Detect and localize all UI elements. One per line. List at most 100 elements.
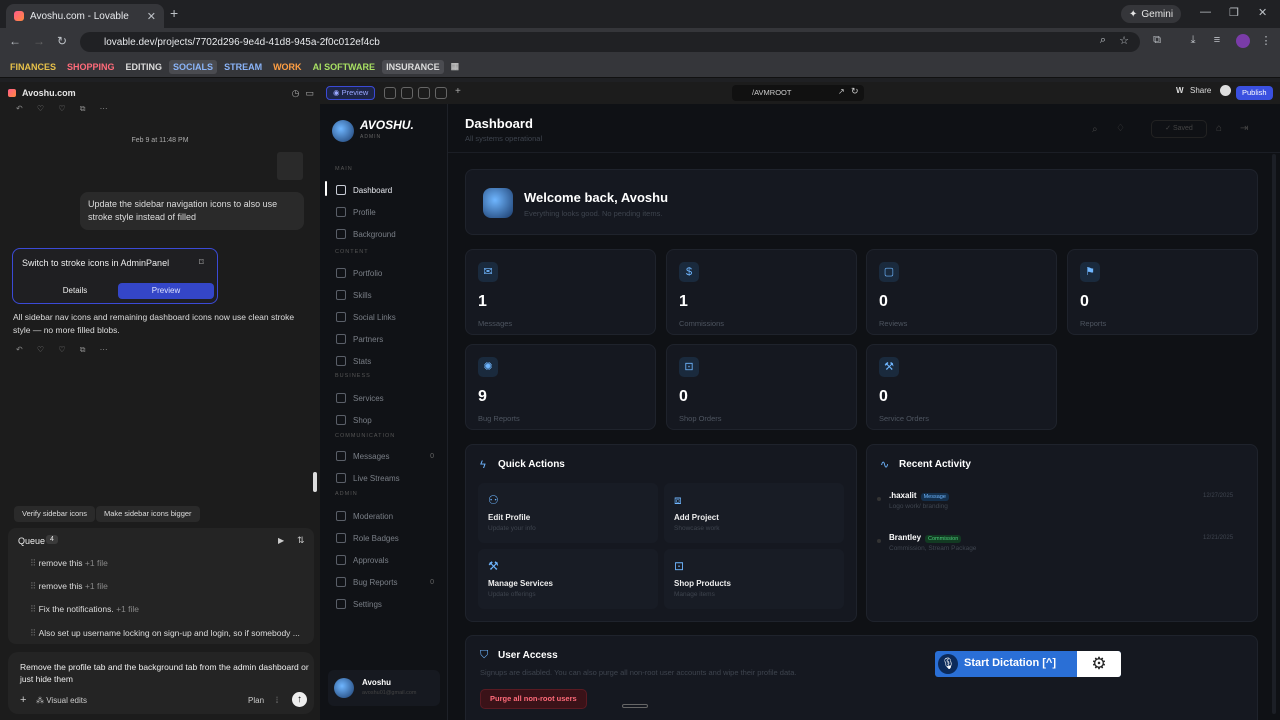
menu-icon[interactable]: ⋮ bbox=[1259, 34, 1273, 48]
search-icon[interactable]: ⌕ bbox=[1092, 124, 1098, 135]
sidebar-item-bug-reports[interactable]: Bug Reports 0 bbox=[326, 573, 442, 591]
queue-item[interactable]: ⠿ Fix the notifications. +1 file bbox=[30, 604, 139, 615]
dictation-widget[interactable]: 🎙 Start Dictation [^] ⚙ bbox=[935, 651, 1121, 677]
browser-tab[interactable]: Avoshu.com - Lovable ✕ bbox=[6, 4, 164, 28]
bookmark-folder[interactable]: SOCIALS bbox=[169, 59, 218, 74]
message-actions[interactable]: ↶ ♡ ♡ ⧉ ⋯ bbox=[16, 345, 114, 355]
media-icon[interactable]: ≡ bbox=[1210, 34, 1224, 48]
suggestion-chip[interactable]: Make sidebar icons bigger bbox=[96, 506, 200, 522]
message-actions-top[interactable]: ↶ ♡ ♡ ⧉ ⋯ bbox=[16, 104, 114, 114]
voice-icon[interactable]: ⦙ bbox=[276, 695, 278, 706]
open-external-icon[interactable]: ↗ bbox=[838, 87, 845, 96]
stat-card[interactable]: ⊡ 0 Shop Orders bbox=[666, 344, 857, 430]
sidebar-item-settings[interactable]: Settings bbox=[326, 595, 442, 613]
queue-item[interactable]: ⠿ remove this +1 file bbox=[30, 581, 108, 592]
sidebar-item-messages[interactable]: Messages 0 bbox=[326, 447, 442, 465]
add-attachment-icon[interactable]: + bbox=[20, 694, 26, 706]
sidebar-item-portfolio[interactable]: Portfolio bbox=[326, 264, 442, 282]
bookmark-folder[interactable]: SHOPPING bbox=[63, 60, 119, 74]
stat-card[interactable]: ✉ 1 Messages bbox=[465, 249, 656, 335]
close-tab-icon[interactable]: ✕ bbox=[147, 10, 156, 23]
saved-button[interactable]: ✓ Saved bbox=[1151, 120, 1207, 138]
bookmark-folder[interactable]: WORK bbox=[269, 60, 306, 74]
panel-toggle-icon[interactable]: ▭ bbox=[305, 88, 314, 99]
stat-card[interactable]: ⚑ 0 Reports bbox=[1067, 249, 1258, 335]
sidebar-item-stats[interactable]: Stats bbox=[326, 352, 442, 370]
user-card[interactable]: Avoshu avoshu01@gmail.com bbox=[328, 670, 440, 706]
activity-item[interactable]: .haxalit Message Logo work/ branding 12/2… bbox=[877, 491, 1249, 510]
forward-icon[interactable]: → bbox=[33, 34, 45, 48]
home-icon[interactable]: ⌂ bbox=[1216, 123, 1222, 134]
share-button[interactable]: Share bbox=[1190, 86, 1211, 95]
suggestion-chip[interactable]: Verify sidebar icons bbox=[14, 506, 96, 522]
download-icon[interactable]: ⤓ bbox=[1186, 34, 1200, 48]
play-queue-icon[interactable]: ▶ bbox=[278, 536, 284, 545]
refresh-preview-icon[interactable]: ↻ bbox=[851, 86, 859, 97]
queue-item[interactable]: ⠿ Also set up username locking on sign-u… bbox=[30, 628, 300, 639]
minimize-icon[interactable]: — bbox=[1200, 6, 1211, 18]
sidebar-item-dashboard[interactable]: Dashboard bbox=[326, 181, 442, 199]
preview-button[interactable]: Preview bbox=[118, 283, 214, 299]
bookmark-folder[interactable]: INSURANCE bbox=[382, 59, 444, 74]
activity-item[interactable]: Brantley Commission Commission, Stream Pa… bbox=[877, 533, 1249, 552]
scroll-handle[interactable] bbox=[622, 704, 648, 708]
main-scrollbar[interactable] bbox=[1272, 154, 1276, 714]
send-icon[interactable]: ↑ bbox=[292, 692, 307, 707]
sidebar-item-shop[interactable]: Shop bbox=[326, 411, 442, 429]
sidebar-item-moderation[interactable]: Moderation bbox=[326, 507, 442, 525]
maximize-icon[interactable]: ❐ bbox=[1229, 6, 1239, 19]
back-icon[interactable]: ← bbox=[9, 34, 21, 48]
sidebar-item-role-badges[interactable]: Role Badges bbox=[326, 529, 442, 547]
new-tab-icon[interactable]: + bbox=[170, 5, 178, 21]
workspace-avatar[interactable]: W bbox=[1176, 86, 1184, 95]
quick-action-add-project[interactable]: ⧈ Add Project Showcase work bbox=[664, 483, 844, 543]
history-icon[interactable]: ◷ bbox=[292, 88, 300, 99]
bookmark-folder[interactable]: AI SOFTWARE bbox=[309, 60, 380, 74]
details-button[interactable]: Details bbox=[23, 283, 127, 299]
quick-action-manage-services[interactable]: ⚒ Manage Services Update offerings bbox=[478, 549, 658, 609]
collapse-queue-icon[interactable]: ⇅ bbox=[297, 535, 305, 546]
sidebar-item-approvals[interactable]: Approvals bbox=[326, 551, 442, 569]
change-card[interactable]: Switch to stroke icons in AdminPanel ⌑ D… bbox=[12, 248, 218, 304]
quick-action-shop-products[interactable]: ⊡ Shop Products Manage items bbox=[664, 549, 844, 609]
extensions-icon[interactable]: ⧉ bbox=[1150, 34, 1164, 48]
purge-users-button[interactable]: Purge all non-root users bbox=[480, 689, 587, 709]
stat-card[interactable]: ▢ 0 Reviews bbox=[866, 249, 1057, 335]
logout-icon[interactable]: ⇥ bbox=[1240, 123, 1248, 134]
stat-card[interactable]: ✺ 9 Bug Reports bbox=[465, 344, 656, 430]
bell-icon[interactable]: ♢ bbox=[1116, 123, 1125, 134]
sidebar-item-social-links[interactable]: Social Links bbox=[326, 308, 442, 326]
close-window-icon[interactable]: ✕ bbox=[1258, 6, 1267, 19]
code-icon[interactable] bbox=[418, 87, 430, 99]
quick-action-edit-profile[interactable]: ⚇ Edit Profile Update your info bbox=[478, 483, 658, 543]
plan-button[interactable]: Plan bbox=[248, 696, 264, 705]
cloud-icon[interactable] bbox=[384, 87, 396, 99]
address-bar[interactable]: lovable.dev/projects/7702d296-9e4d-41d8-… bbox=[80, 32, 1140, 52]
chat-input[interactable]: Remove the profile tab and the backgroun… bbox=[8, 652, 314, 714]
publish-button[interactable]: Publish bbox=[1236, 86, 1273, 100]
gemini-button[interactable]: ✦ Gemini bbox=[1121, 5, 1182, 23]
sidebar-item-skills[interactable]: Skills bbox=[326, 286, 442, 304]
stat-card[interactable]: $1 Commissions bbox=[666, 249, 857, 335]
sidebar-item-services[interactable]: Services bbox=[326, 389, 442, 407]
add-view-icon[interactable]: + bbox=[455, 86, 461, 97]
sidebar-item-partners[interactable]: Partners bbox=[326, 330, 442, 348]
attachment-thumbnail[interactable] bbox=[277, 152, 303, 180]
sidebar-item-background[interactable]: Background bbox=[326, 225, 442, 243]
bookmark-folder[interactable]: STREAM bbox=[220, 60, 266, 74]
profile-avatar-icon[interactable] bbox=[1236, 34, 1250, 48]
dictation-settings-icon[interactable]: ⚙ bbox=[1077, 651, 1121, 677]
sidebar-item-live-streams[interactable]: Live Streams bbox=[326, 469, 442, 487]
bookmark-folder[interactable]: EDITING bbox=[122, 60, 167, 74]
reload-icon[interactable]: ↻ bbox=[57, 34, 67, 48]
chat-input-text[interactable]: Remove the profile tab and the backgroun… bbox=[20, 661, 310, 685]
design-icon[interactable] bbox=[401, 87, 413, 99]
apps-grid-icon[interactable]: ▦ bbox=[447, 59, 464, 74]
project-name[interactable]: Avoshu.com bbox=[22, 88, 76, 98]
queue-item[interactable]: ⠿ remove this +1 file bbox=[30, 558, 108, 569]
analytics-icon[interactable] bbox=[435, 87, 447, 99]
bookmark-icon[interactable]: ⌑ bbox=[199, 257, 204, 268]
sidebar-item-profile[interactable]: Profile bbox=[326, 203, 442, 221]
github-icon[interactable] bbox=[1220, 85, 1231, 96]
zoom-icon[interactable]: ⌕ bbox=[1096, 34, 1110, 48]
